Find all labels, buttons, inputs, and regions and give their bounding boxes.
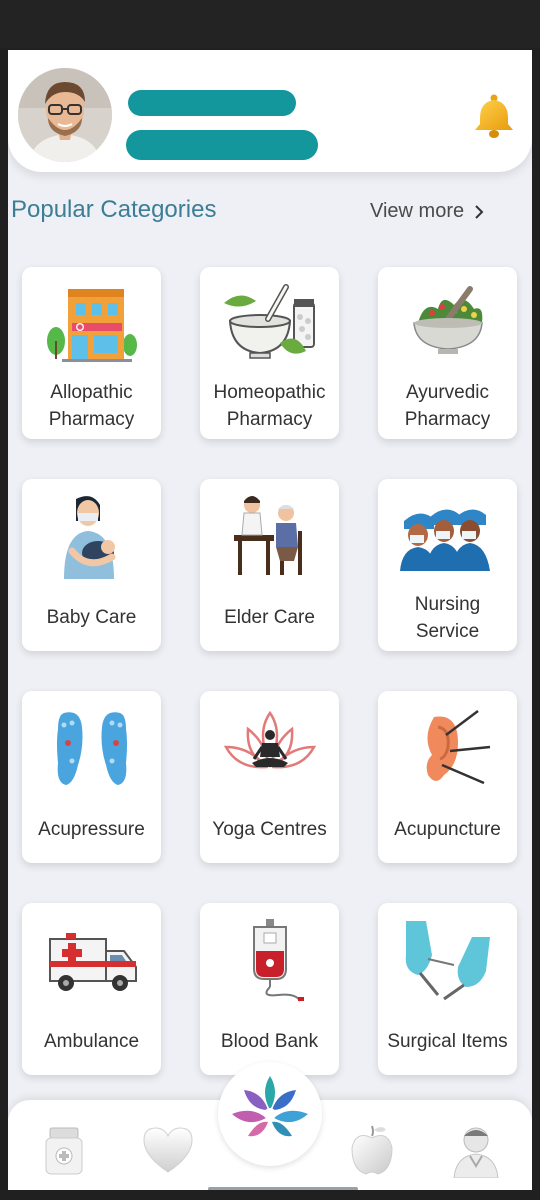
doctor-profile-icon	[453, 1127, 499, 1179]
apple-icon	[351, 1125, 393, 1175]
category-label: Surgical Items	[387, 1031, 508, 1052]
surgical-gloves-icon	[398, 915, 498, 1005]
user-name-placeholder	[128, 90, 296, 116]
medicine-jar-icon	[45, 1127, 83, 1175]
category-label: Acupressure	[38, 819, 145, 840]
nav-favorites[interactable]	[140, 1122, 196, 1178]
lotus-meditation-icon	[220, 703, 320, 793]
blood-bag-icon	[220, 915, 320, 1005]
category-homeopathic-pharmacy[interactable]: Homeopathic Pharmacy	[200, 267, 339, 439]
category-label: Acupuncture	[394, 819, 501, 840]
avatar-icon	[18, 68, 112, 162]
app-screen: Popular Categories View more Allopathic …	[8, 50, 532, 1190]
bell-icon[interactable]	[470, 92, 518, 140]
mortar-pestle-pills-icon	[220, 279, 320, 369]
category-baby-care[interactable]: Baby Care	[22, 479, 161, 651]
category-label: Ambulance	[43, 1031, 140, 1052]
nav-nutrition[interactable]	[344, 1122, 400, 1178]
category-label: Yoga Centres	[212, 819, 327, 840]
lotus-logo-icon	[232, 1076, 308, 1137]
heart-icon	[143, 1127, 193, 1173]
nav-medicine[interactable]	[36, 1122, 92, 1178]
category-elder-care[interactable]: Elder Care	[200, 479, 339, 651]
category-label: Baby Care	[46, 607, 137, 628]
nurse-with-baby-icon	[42, 491, 142, 581]
category-label: Ayurvedic Pharmacy	[404, 382, 491, 430]
category-label: Nursing Service	[414, 594, 481, 642]
feet-acupressure-icon	[42, 703, 142, 793]
category-label: Blood Bank	[220, 1031, 319, 1052]
home-fab[interactable]	[218, 1062, 322, 1166]
category-allopathic-pharmacy[interactable]: Allopathic Pharmacy	[22, 267, 161, 439]
category-label: Homeopathic Pharmacy	[213, 382, 326, 430]
view-more-label: View more	[370, 200, 465, 222]
category-ambulance[interactable]: Ambulance	[22, 903, 161, 1075]
view-more-link[interactable]: View more	[370, 200, 484, 223]
section-title: Popular Categories	[11, 196, 217, 223]
profile-header	[8, 50, 532, 172]
chevron-right-icon	[475, 204, 484, 219]
ear-needles-icon	[398, 703, 498, 793]
category-ayurvedic-pharmacy[interactable]: Ayurvedic Pharmacy	[378, 267, 517, 439]
elder-care-icon	[220, 491, 320, 581]
category-blood-bank[interactable]: Blood Bank	[200, 903, 339, 1075]
category-label: Elder Care	[224, 607, 315, 628]
category-nursing-service[interactable]: Nursing Service	[378, 479, 517, 651]
herbal-bowl-icon	[398, 279, 498, 369]
category-yoga-centres[interactable]: Yoga Centres	[200, 691, 339, 863]
nurses-icon	[398, 491, 498, 581]
home-indicator	[208, 1187, 358, 1190]
category-label: Allopathic Pharmacy	[48, 382, 135, 430]
category-acupressure[interactable]: Acupressure	[22, 691, 161, 863]
pharmacy-building-icon	[42, 279, 142, 369]
user-avatar[interactable]	[18, 68, 112, 162]
ambulance-icon	[42, 915, 142, 1005]
category-surgical-items[interactable]: Surgical Items	[378, 903, 517, 1075]
category-acupuncture[interactable]: Acupuncture	[378, 691, 517, 863]
nav-profile[interactable]	[448, 1122, 504, 1179]
status-bar	[0, 0, 540, 48]
user-subtitle-placeholder	[126, 130, 318, 160]
